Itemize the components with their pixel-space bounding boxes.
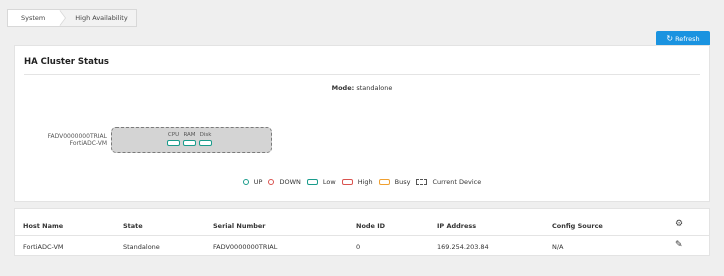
panel-divider [24, 74, 700, 75]
cpu-label: CPU [167, 132, 180, 138]
legend-label-low: Low [322, 178, 336, 186]
ram-bar [183, 140, 196, 146]
high-rect-icon [341, 179, 353, 185]
cpu-bar [167, 140, 180, 146]
cell-config-source: N/A [552, 243, 564, 251]
node-labels: FADV0000000TRIAL FortiADC-VM [21, 133, 107, 147]
legend-label-high: High [357, 178, 373, 186]
refresh-icon: ↻ [666, 33, 674, 43]
legend-item-current-device: Current Device [416, 178, 481, 186]
column-header-serial-number[interactable]: Serial Number [213, 222, 266, 230]
breadcrumb-item-high-availability[interactable]: High Availability [59, 10, 136, 26]
disk-label: Disk [199, 132, 212, 138]
node-device-box[interactable]: CPU RAM Disk [111, 127, 272, 153]
legend: UP DOWN Low High Busy Current Device [15, 178, 709, 186]
disk-bar [199, 140, 212, 146]
up-circle-icon [242, 179, 249, 185]
ram-label: RAM [183, 132, 196, 138]
low-rect-icon [306, 179, 318, 185]
legend-label-current-device: Current Device [432, 178, 482, 186]
busy-rect-icon [378, 179, 390, 185]
legend-item-low: Low [306, 178, 336, 186]
mode-label: Mode: [331, 84, 355, 92]
cell-state: Standalone [123, 243, 160, 251]
legend-label-down: DOWN [279, 178, 301, 186]
resource-indicators: CPU RAM Disk [167, 132, 212, 146]
cell-node-id: 0 [356, 243, 361, 251]
disk-indicator: Disk [199, 132, 212, 146]
legend-label-up: UP [253, 178, 263, 186]
column-header-state[interactable]: State [123, 222, 143, 230]
panel-title: HA Cluster Status [24, 57, 109, 67]
column-header-config-source[interactable]: Config Source [552, 222, 603, 230]
column-header-node-id[interactable]: Node ID [356, 222, 385, 230]
legend-item-busy: Busy [378, 178, 411, 186]
refresh-button-label: Refresh [675, 34, 700, 43]
legend-item-up: UP [242, 178, 263, 186]
node-serial: FADV0000000TRIAL [47, 133, 107, 140]
pencil-icon[interactable]: ✎ [675, 240, 683, 250]
table-header-divider [15, 235, 709, 236]
current-device-dashed-icon [416, 179, 428, 185]
cell-serial-number: FADV0000000TRIAL [213, 243, 278, 251]
column-header-host-name[interactable]: Host Name [23, 222, 63, 230]
refresh-button[interactable]: ↻ Refresh [656, 31, 710, 46]
ha-cluster-status-panel: HA Cluster Status Mode: standalone FADV0… [14, 45, 710, 202]
legend-item-high: High [341, 178, 373, 186]
mode-value: standalone [356, 84, 393, 92]
host-table: Host Name State Serial Number Node ID IP… [14, 208, 710, 256]
legend-item-down: DOWN [268, 178, 301, 186]
down-circle-icon [268, 179, 275, 185]
cell-host-name: FortiADC-VM [23, 243, 64, 251]
breadcrumb: System High Availability [7, 9, 137, 27]
gear-icon[interactable]: ⚙ [675, 219, 683, 229]
column-header-ip-address[interactable]: IP Address [437, 222, 476, 230]
breadcrumb-item-system[interactable]: System [8, 10, 67, 26]
cell-ip-address: 169.254.203.84 [437, 243, 489, 251]
node-name: FortiADC-VM [69, 140, 107, 147]
legend-label-busy: Busy [394, 178, 411, 186]
ram-indicator: RAM [183, 132, 196, 146]
cpu-indicator: CPU [167, 132, 180, 146]
mode-line: Mode: standalone [15, 84, 709, 92]
